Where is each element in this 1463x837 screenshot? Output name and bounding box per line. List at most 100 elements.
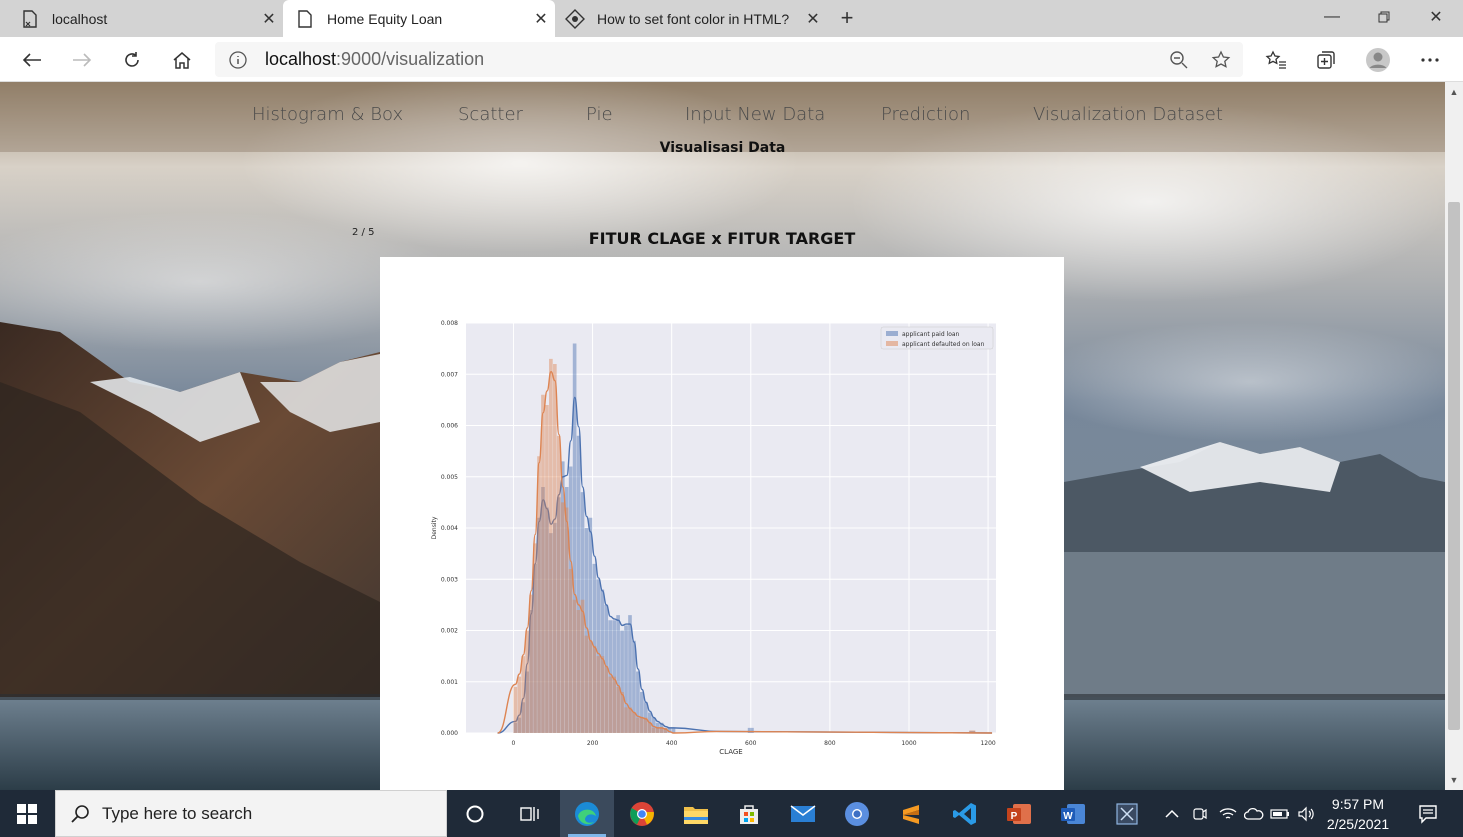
nav-scatter[interactable]: Scatter bbox=[458, 104, 523, 125]
volume-icon[interactable] bbox=[1294, 790, 1318, 837]
more-options-icon[interactable] bbox=[1412, 43, 1448, 77]
zoom-icon[interactable] bbox=[1167, 50, 1191, 70]
notifications-icon[interactable] bbox=[1408, 790, 1448, 837]
scroll-thumb[interactable] bbox=[1448, 202, 1460, 730]
clock-time: 9:57 PM bbox=[1331, 796, 1385, 812]
svg-text:P: P bbox=[1011, 811, 1018, 822]
microsoft-store-icon[interactable] bbox=[722, 790, 776, 837]
new-tab-button[interactable]: + bbox=[832, 4, 862, 32]
y-tick-label: 0.004 bbox=[441, 525, 458, 532]
favorites-icon[interactable] bbox=[1258, 43, 1294, 77]
histogram-bar-defaulted bbox=[513, 686, 518, 733]
window-close-icon[interactable]: ✕ bbox=[1410, 0, 1462, 34]
snipping-tool-icon[interactable] bbox=[1100, 790, 1154, 837]
tab-title: How to set font color in HTML? bbox=[597, 10, 790, 27]
onedrive-icon[interactable] bbox=[1242, 790, 1266, 837]
word-icon[interactable]: W bbox=[1046, 790, 1100, 837]
histogram-bar-defaulted bbox=[655, 727, 660, 733]
file-explorer-icon[interactable] bbox=[669, 790, 723, 837]
nav-input-new-data[interactable]: Input New Data bbox=[685, 104, 825, 125]
histogram-bar-defaulted bbox=[572, 599, 577, 733]
minimize-icon[interactable]: — bbox=[1306, 0, 1358, 34]
taskbar-clock[interactable]: 9:57 PM 2/25/2021 bbox=[1318, 794, 1398, 834]
mail-icon[interactable] bbox=[776, 790, 830, 837]
histogram-bar-defaulted bbox=[568, 569, 573, 733]
y-tick-label: 0.006 bbox=[441, 423, 458, 430]
histogram-bar-defaulted bbox=[592, 645, 597, 733]
tab-title: Home Equity Loan bbox=[327, 10, 443, 27]
profile-avatar-icon[interactable] bbox=[1360, 43, 1396, 77]
info-icon[interactable] bbox=[229, 50, 249, 69]
page-icon bbox=[18, 9, 42, 28]
back-icon[interactable] bbox=[14, 43, 50, 77]
page-icon bbox=[293, 9, 317, 28]
y-tick-label: 0.001 bbox=[441, 679, 458, 686]
search-icon bbox=[70, 804, 90, 824]
histogram-chart: 0.000 0.001 0.002 0.003 0.004 0.005 0.006 0.007… bbox=[431, 320, 996, 756]
y-tick-label: 0.008 bbox=[441, 320, 458, 327]
histogram-bar-defaulted bbox=[549, 358, 553, 733]
browser-tab-bar: localhost ✕ Home Equity Loan ✕ How to se… bbox=[0, 0, 1463, 37]
restore-icon[interactable] bbox=[1358, 0, 1410, 34]
y-tick-label: 0.005 bbox=[441, 474, 458, 481]
histogram-bar-defaulted bbox=[596, 656, 601, 733]
tab-font-color[interactable]: How to set font color in HTML? ✕ bbox=[555, 0, 827, 37]
close-icon[interactable]: ✕ bbox=[799, 9, 827, 29]
legend-swatch bbox=[886, 341, 898, 346]
nav-prediction[interactable]: Prediction bbox=[881, 104, 970, 125]
battery-icon[interactable] bbox=[1268, 790, 1292, 837]
windows-start-icon[interactable] bbox=[0, 790, 54, 837]
histogram-bar-defaulted bbox=[604, 666, 609, 733]
cortana-icon[interactable] bbox=[448, 790, 502, 837]
collections-icon[interactable] bbox=[1308, 43, 1344, 77]
chrome-icon[interactable] bbox=[615, 790, 669, 837]
x-tick-label: 0 bbox=[512, 740, 516, 747]
tab-home-equity-loan[interactable]: Home Equity Loan ✕ bbox=[283, 0, 555, 37]
close-icon[interactable]: ✕ bbox=[527, 9, 555, 29]
x-tick-label: 600 bbox=[745, 740, 757, 747]
histogram-bar-defaulted bbox=[651, 727, 656, 733]
x-tick-label: 1000 bbox=[901, 740, 916, 747]
show-hidden-icons-icon[interactable] bbox=[1160, 790, 1184, 837]
chart-card: 0.000 0.001 0.002 0.003 0.004 0.005 0.006 0.007… bbox=[380, 257, 1064, 790]
histogram-bar-defaulted bbox=[600, 656, 605, 733]
nav-histogram-box[interactable]: Histogram & Box bbox=[252, 104, 403, 125]
edge-browser-icon[interactable] bbox=[560, 790, 614, 837]
nav-pie[interactable]: Pie bbox=[586, 104, 613, 125]
histogram-bar-defaulted bbox=[580, 599, 585, 733]
refresh-icon[interactable] bbox=[114, 43, 150, 77]
chrome-alt-icon[interactable] bbox=[830, 790, 884, 837]
address-bar[interactable]: localhost:9000/visualization bbox=[215, 42, 1243, 77]
tab-localhost[interactable]: localhost ✕ bbox=[0, 0, 283, 37]
histogram-bar-defaulted bbox=[553, 364, 557, 733]
clock-date: 2/25/2021 bbox=[1326, 816, 1390, 832]
favorite-star-icon[interactable] bbox=[1209, 50, 1233, 70]
slide-counter: 2 / 5 bbox=[352, 227, 375, 238]
y-tick-label: 0.002 bbox=[441, 628, 458, 635]
powerpoint-icon[interactable]: P bbox=[992, 790, 1046, 837]
legend-swatch bbox=[886, 331, 898, 336]
vscode-icon[interactable] bbox=[938, 790, 992, 837]
histogram-bar-defaulted bbox=[564, 507, 569, 733]
x-tick-label: 400 bbox=[666, 740, 678, 747]
histogram-bar-defaulted bbox=[628, 707, 632, 733]
histogram-bar-defaulted bbox=[588, 640, 593, 733]
nav-visualization-dataset[interactable]: Visualization Dataset bbox=[1033, 104, 1223, 125]
home-icon[interactable] bbox=[164, 43, 200, 77]
meet-now-icon[interactable] bbox=[1188, 790, 1212, 837]
close-icon[interactable]: ✕ bbox=[255, 9, 283, 29]
taskbar-search-box[interactable]: Type here to search bbox=[55, 790, 447, 837]
scroll-up-icon[interactable]: ▲ bbox=[1445, 84, 1463, 100]
scroll-down-icon[interactable]: ▼ bbox=[1445, 772, 1463, 788]
histogram-bar-defaulted bbox=[624, 707, 628, 733]
task-view-icon[interactable] bbox=[503, 790, 557, 837]
legend-label: applicant paid loan bbox=[902, 331, 960, 338]
y-tick-label: 0.000 bbox=[441, 730, 458, 737]
histogram-bar-defaulted bbox=[533, 543, 537, 733]
histogram-bar-defaulted bbox=[529, 594, 533, 733]
sublime-text-icon[interactable] bbox=[884, 790, 938, 837]
page-scrollbar[interactable]: ▲ ▼ bbox=[1445, 82, 1463, 790]
forward-icon[interactable] bbox=[64, 43, 100, 77]
page-viewport: Histogram & Box Scatter Pie Input New Da… bbox=[0, 82, 1445, 790]
wifi-icon[interactable] bbox=[1216, 790, 1240, 837]
